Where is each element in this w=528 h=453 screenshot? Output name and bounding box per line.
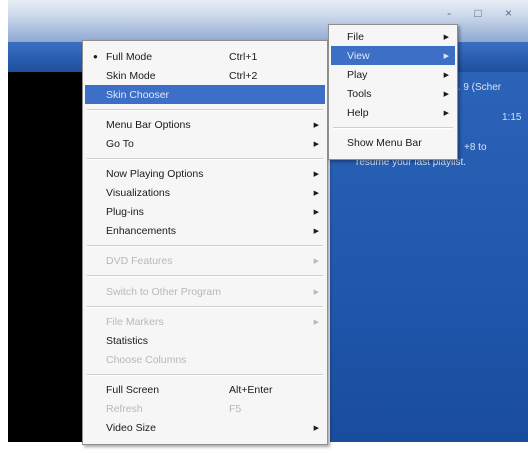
submenu-arrow-icon: ▶ [443,109,449,117]
menu-item-skin-mode[interactable]: Skin Mode Ctrl+2 [85,66,325,85]
menu-item-file[interactable]: File ▶ [331,27,455,46]
menu-item-statistics[interactable]: Statistics [85,331,325,350]
submenu-arrow-icon: ▶ [443,71,449,79]
menu-item-dvd-features: DVD Features ▶ [106,254,319,267]
submenu-arrow-icon: ▶ [313,170,319,178]
submenu-arrow-icon: ▶ [313,208,319,216]
menu-item-refresh: Refresh F5 [106,402,242,415]
menu-item-choose-columns: Choose Columns [106,353,187,366]
menu-item-switch-program: Switch to Other Program ▶ [106,285,319,298]
view-menu: ● Full Mode Ctrl+1 Skin Mode Ctrl+2 Skin… [82,40,328,445]
menu-item-plug-ins[interactable]: Plug-ins ▶ [85,202,325,221]
menu-item-skin-chooser[interactable]: Skin Chooser [85,85,325,104]
window-controls[interactable]: - □ × [447,6,522,20]
submenu-arrow-icon: ▶ [313,257,319,265]
radio-bullet-icon: ● [93,52,98,61]
menu-item-full-mode[interactable]: ● Full Mode Ctrl+1 [85,47,325,66]
now-playing-hint: +8 to [464,142,487,153]
now-playing-time: 1:15 [502,112,522,123]
submenu-arrow-icon: ▶ [313,121,319,129]
menu-item-full-screen[interactable]: Full Screen Alt+Enter [85,380,325,399]
menu-item-tools[interactable]: Tools ▶ [331,84,455,103]
menu-separator [87,109,323,111]
menu-item-show-menu-bar[interactable]: Show Menu Bar [331,133,455,152]
menu-separator [87,374,323,376]
menu-item-menu-bar-options[interactable]: Menu Bar Options ▶ [85,115,325,134]
submenu-arrow-icon: ▶ [443,52,449,60]
menu-item-go-to[interactable]: Go To ▶ [85,134,325,153]
window-border [0,0,8,453]
submenu-arrow-icon: ▶ [313,318,319,326]
submenu-arrow-icon: ▶ [313,288,319,296]
menu-separator [87,158,323,160]
menu-item-video-size[interactable]: Video Size ▶ [85,418,325,437]
submenu-arrow-icon: ▶ [443,90,449,98]
submenu-arrow-icon: ▶ [313,227,319,235]
menu-separator [87,306,323,308]
submenu-arrow-icon: ▶ [313,140,319,148]
classic-menu: File ▶ View ▶ Play ▶ Tools ▶ Help ▶ Show… [328,24,458,160]
menu-separator [87,275,323,277]
menu-item-view[interactable]: View ▶ [331,46,455,65]
submenu-arrow-icon: ▶ [313,424,319,432]
menu-item-visualizations[interactable]: Visualizations ▶ [85,183,325,202]
menu-item-help[interactable]: Help ▶ [331,103,455,122]
menu-item-now-playing-options[interactable]: Now Playing Options ▶ [85,164,325,183]
submenu-arrow-icon: ▶ [313,189,319,197]
menu-separator [333,127,453,129]
menu-item-play[interactable]: Play ▶ [331,65,455,84]
menu-separator [87,245,323,247]
submenu-arrow-icon: ▶ [443,33,449,41]
menu-item-enhancements[interactable]: Enhancements ▶ [85,221,325,240]
menu-item-file-markers: File Markers ▶ [106,315,319,328]
